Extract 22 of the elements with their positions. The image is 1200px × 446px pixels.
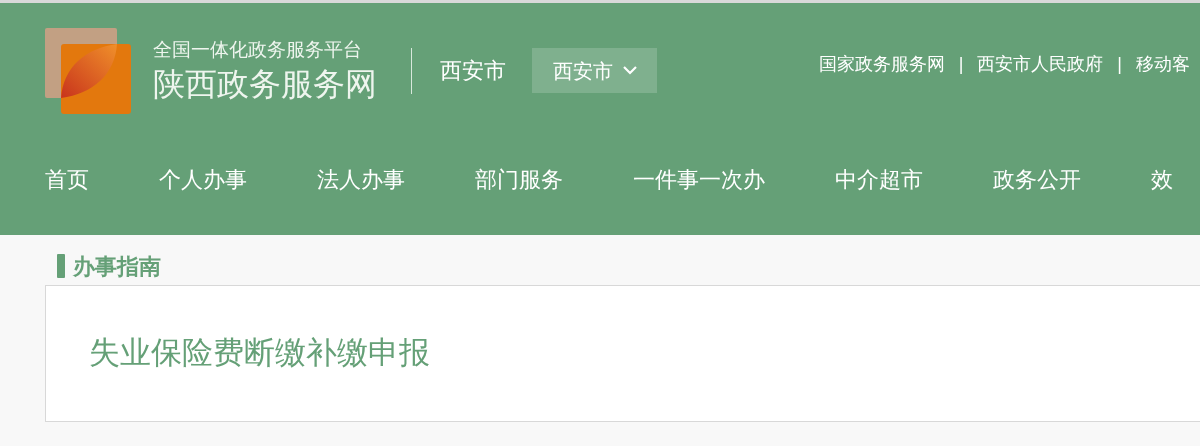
platform-subtitle: 全国一体化政务服务平台: [153, 37, 363, 62]
city-label: 西安市: [440, 57, 506, 85]
city-dropdown[interactable]: 西安市: [532, 48, 657, 93]
header-link[interactable]: 西安市人民政府: [977, 51, 1104, 78]
header-link[interactable]: 移动客: [1136, 51, 1190, 78]
section-heading: 办事指南: [73, 252, 161, 281]
nav-item[interactable]: 个人办事: [159, 163, 247, 196]
link-separator: |: [1117, 53, 1122, 76]
header-link[interactable]: 国家政务服务网: [818, 51, 945, 78]
nav-item[interactable]: 首页: [45, 163, 89, 196]
nav-item[interactable]: 政务公开: [993, 163, 1081, 196]
nav-item[interactable]: 中介超市: [835, 163, 923, 196]
nav-item[interactable]: 一件事一次办: [633, 163, 765, 196]
heading-accent-bar: [57, 254, 65, 278]
site-title: 陕西政务服务网: [153, 64, 377, 104]
nav-item[interactable]: 效: [1151, 163, 1173, 196]
nav-item[interactable]: 部门服务: [475, 163, 563, 196]
link-separator: |: [958, 53, 964, 76]
logo-icon: [45, 27, 131, 114]
nav-item[interactable]: 法人办事: [317, 163, 405, 196]
item-title: 失业保险费断缴补缴申报: [89, 334, 430, 373]
chevron-down-icon: [622, 66, 637, 75]
